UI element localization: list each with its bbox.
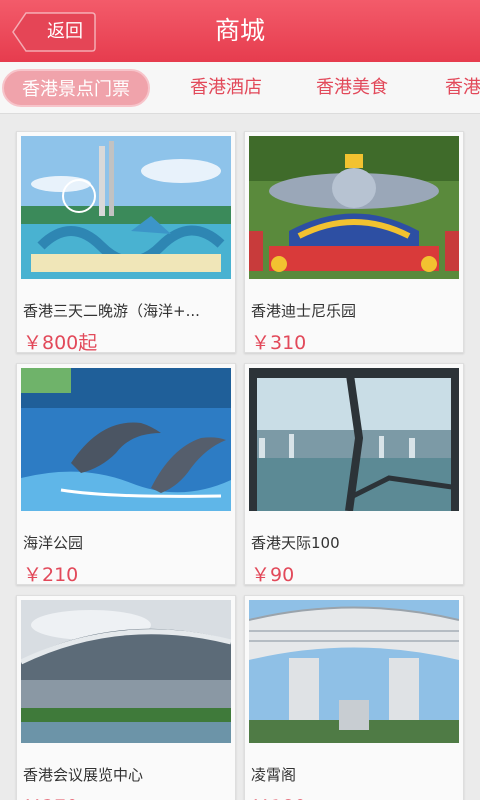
tab-attraction-tickets[interactable]: 香港景点门票: [2, 69, 150, 107]
dolphins-image: [21, 368, 231, 511]
product-card-sky100[interactable]: 香港天际100 ￥90: [244, 363, 464, 586]
product-card-disneyland[interactable]: 香港迪士尼乐园 ￥310: [244, 131, 464, 354]
product-price: ￥800起: [23, 332, 98, 354]
app-header: 商城 返回: [0, 0, 480, 62]
category-tabs: 香港景点门票 香港酒店 香港美食 香港: [0, 62, 480, 114]
product-card-ocean-park[interactable]: 海洋公园 ￥210: [16, 363, 236, 586]
back-button[interactable]: 返回: [12, 12, 96, 52]
product-price: ￥310: [251, 332, 307, 354]
convention-centre-image: [21, 600, 231, 743]
product-price: ￥90: [251, 564, 295, 586]
product-card-peak-tower[interactable]: 凌霄阁 ￥180: [244, 595, 464, 800]
tab-food[interactable]: 香港美食: [316, 62, 388, 113]
product-price: ￥210: [23, 564, 79, 586]
sky100-view-image: [249, 368, 459, 511]
product-name: 香港迪士尼乐园: [251, 302, 357, 320]
product-card-convention-centre[interactable]: 香港会议展览中心 ￥270: [16, 595, 236, 800]
disneyland-float-image: [249, 136, 459, 279]
tab-more[interactable]: 香港: [445, 62, 480, 113]
product-grid: 香港三天二晚游（海洋+... ￥800起 香港迪士尼乐园 ￥310 海洋公园 ￥…: [0, 116, 480, 800]
product-price: ￥180: [251, 792, 306, 800]
product-name: 海洋公园: [23, 534, 84, 552]
back-button-label: 返回: [47, 21, 83, 42]
product-name: 香港天际100: [251, 534, 340, 552]
product-price: ￥270: [23, 792, 78, 800]
product-name: 香港会议展览中心: [23, 766, 144, 784]
product-card-hk-3day-tour[interactable]: 香港三天二晚游（海洋+... ￥800起: [16, 131, 236, 354]
peak-tower-image: [249, 600, 459, 743]
tab-hotels[interactable]: 香港酒店: [190, 62, 262, 113]
product-name: 凌霄阁: [251, 766, 297, 784]
ocean-park-rides-image: [21, 136, 231, 279]
product-name: 香港三天二晚游（海洋+...: [23, 302, 200, 320]
